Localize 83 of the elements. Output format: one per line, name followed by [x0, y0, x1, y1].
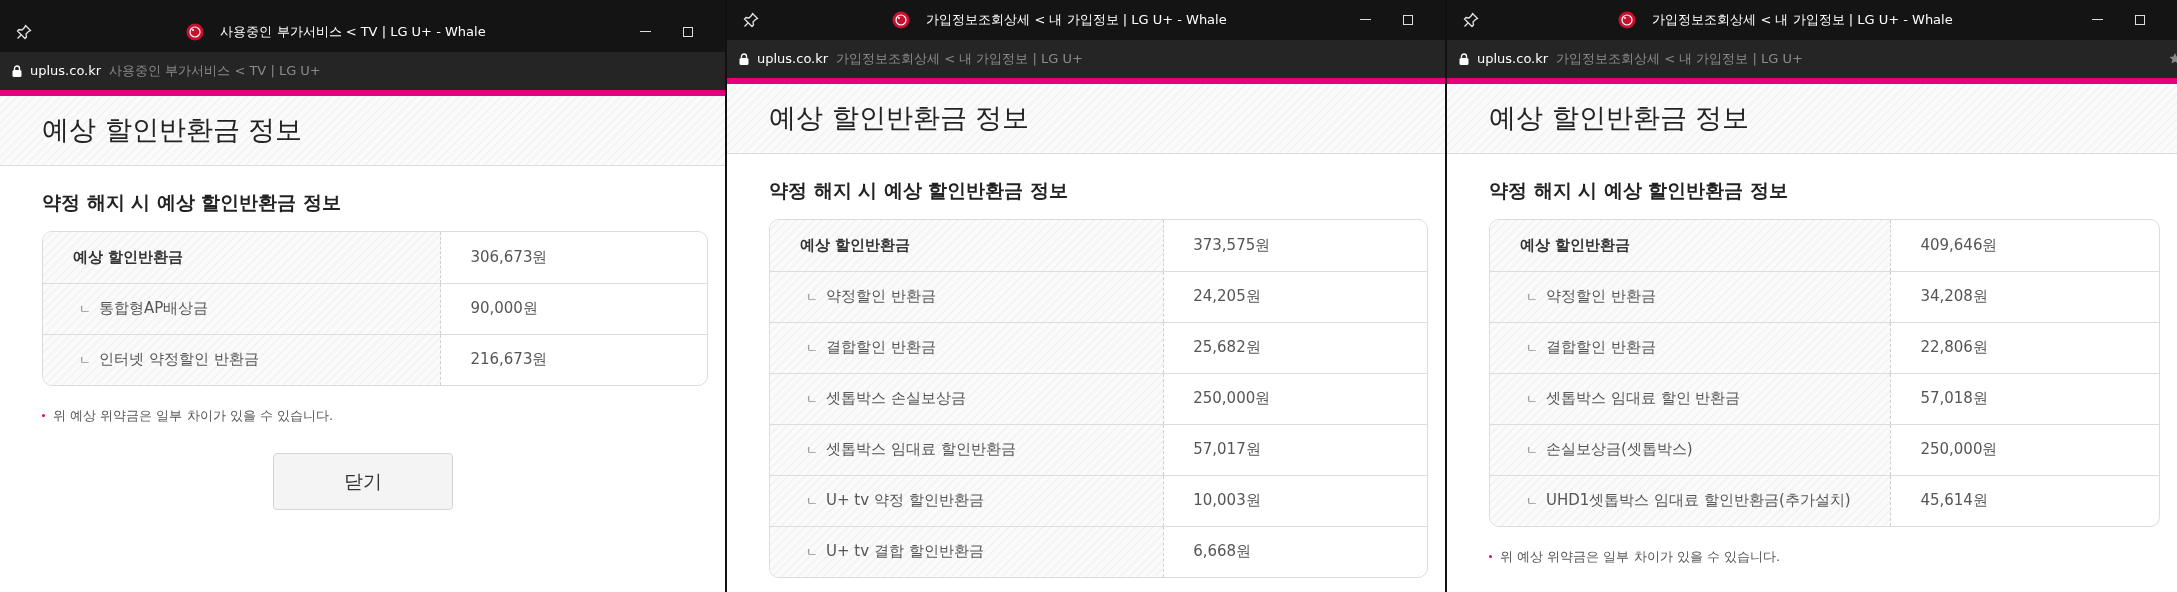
value-cell-text: 45,614원: [1919, 490, 1989, 512]
window-title: 가입정보조회상세 < 내 가입정보 | LG U+ - Whale: [1652, 11, 1953, 30]
row-label: 결합할인 반환금: [1546, 337, 1656, 359]
row-label: U+ tv 결합 할인반환금: [826, 541, 984, 563]
minimize-icon[interactable]: [640, 31, 651, 33]
page-heading: 예상 할인반환금 정보: [42, 113, 303, 148]
sub-item-marker: ㄴ: [1526, 492, 1538, 510]
value-cell-text: 10,003원: [1192, 490, 1262, 512]
row-label: 셋톱박스 손실보상금: [826, 388, 966, 410]
value-cell-text: 34,208원: [1919, 286, 1989, 308]
section-title: 약정 해지 시 예상 할인반환금 정보: [769, 178, 1070, 203]
row-label: 결합할인 반환금: [826, 337, 936, 359]
address-bar[interactable]: uplus.co.kr 가입정보조회상세 < 내 가입정보 | LG U+: [727, 40, 1445, 78]
section-title: 약정 해지 시 예상 할인반환금 정보: [42, 190, 343, 215]
row-label: 약정할인 반환금: [826, 286, 936, 308]
value-cell-text: 373,575원: [1192, 234, 1272, 256]
window-title: 가입정보조회상세 < 내 가입정보 | LG U+ - Whale: [926, 11, 1227, 30]
page-title: 가입정보조회상세 < 내 가입정보 | LG U+: [1556, 50, 1804, 69]
row-label: U+ tv 약정 할인반환금: [826, 490, 984, 512]
value-cell-text: 250,000원: [1919, 439, 1999, 461]
page-heading: 예상 할인반환금 정보: [769, 101, 1030, 136]
note-text: 위 예상 위약금은 일부 차이가 있을 수 있습니다.: [53, 406, 334, 425]
row-label: 통합형AP배상금: [99, 298, 209, 320]
logo-icon: [892, 11, 911, 29]
lock-icon: [12, 65, 22, 77]
sub-item-marker: ㄴ: [806, 288, 818, 306]
row-label: 약정할인 반환금: [1546, 286, 1656, 308]
url-domain: uplus.co.kr: [757, 50, 829, 69]
maximize-icon[interactable]: [2135, 15, 2145, 25]
note-text: 위 예상 위약금은 일부 차이가 있을 수 있습니다.: [1500, 547, 1781, 566]
bullet-icon: [42, 413, 45, 417]
page-heading: 예상 할인반환금 정보: [1489, 101, 1750, 136]
row-label: 예상 할인반환금: [800, 234, 911, 256]
lock-icon: [739, 53, 749, 65]
value-cell-text: 216,673원: [469, 349, 549, 371]
sub-item-marker: ㄴ: [79, 351, 91, 369]
lock-icon: [1459, 53, 1469, 65]
sub-item-marker: ㄴ: [806, 441, 818, 459]
value-cell-text: 57,018원: [1919, 388, 1989, 410]
value-cell-text: 57,017원: [1192, 439, 1262, 461]
row-label: 예상 할인반환금: [73, 246, 184, 268]
value-cell-text: 250,000원: [1192, 388, 1272, 410]
sub-item-marker: ㄴ: [1526, 390, 1538, 408]
url-domain: uplus.co.kr: [1477, 50, 1549, 69]
row-label: UHD1셋톱박스 임대료 할인반환금(추가설치): [1546, 490, 1851, 512]
value-cell-text: 90,000원: [469, 298, 539, 320]
value-cell-text: 306,673원: [469, 246, 549, 268]
minimize-icon[interactable]: [2092, 19, 2103, 21]
sub-item-marker: ㄴ: [806, 492, 818, 510]
value-cell-text: 409,646원: [1919, 234, 1999, 256]
pin-icon[interactable]: [16, 24, 32, 40]
url-domain: uplus.co.kr: [30, 62, 102, 81]
section-title: 약정 해지 시 예상 할인반환금 정보: [1489, 178, 1790, 203]
sub-item-marker: ㄴ: [806, 390, 818, 408]
row-label: 셋톱박스 임대료 할인 반환금: [1546, 388, 1741, 410]
page-title: 사용중인 부가서비스 < TV | LG U+: [109, 62, 322, 81]
pin-icon[interactable]: [743, 12, 759, 28]
row-label: 셋톱박스 임대료 할인반환금: [826, 439, 1016, 461]
page-title: 가입정보조회상세 < 내 가입정보 | LG U+: [836, 50, 1084, 69]
minimize-icon[interactable]: [1360, 19, 1371, 21]
logo-icon: [1618, 11, 1637, 29]
row-label: 예상 할인반환금: [1520, 234, 1631, 256]
row-label: 손실보상금(셋톱박스): [1546, 439, 1693, 461]
address-bar[interactable]: uplus.co.kr 사용중인 부가서비스 < TV | LG U+: [0, 52, 725, 90]
value-cell-text: 25,682원: [1192, 337, 1262, 359]
maximize-icon[interactable]: [1403, 15, 1413, 25]
maximize-icon[interactable]: [683, 27, 693, 37]
bullet-icon: [1489, 554, 1492, 558]
sub-item-marker: ㄴ: [806, 339, 818, 357]
sub-item-marker: ㄴ: [79, 300, 91, 318]
value-cell-text: 6,668원: [1192, 541, 1253, 563]
sub-item-marker: ㄴ: [1526, 339, 1538, 357]
close-button[interactable]: 닫기: [272, 453, 453, 510]
value-cell-text: 22,806원: [1919, 337, 1989, 359]
sub-item-marker: ㄴ: [1526, 441, 1538, 459]
logo-icon: [186, 23, 205, 41]
row-label: 인터넷 약정할인 반환금: [99, 349, 259, 371]
sub-item-marker: ㄴ: [1526, 288, 1538, 306]
sub-item-marker: ㄴ: [806, 543, 818, 561]
pin-icon[interactable]: [1463, 12, 1479, 28]
window-title: 사용중인 부가서비스 < TV | LG U+ - Whale: [220, 23, 486, 42]
value-cell-text: 24,205원: [1192, 286, 1262, 308]
address-bar[interactable]: uplus.co.kr 가입정보조회상세 < 내 가입정보 | LG U+: [1447, 40, 2177, 78]
